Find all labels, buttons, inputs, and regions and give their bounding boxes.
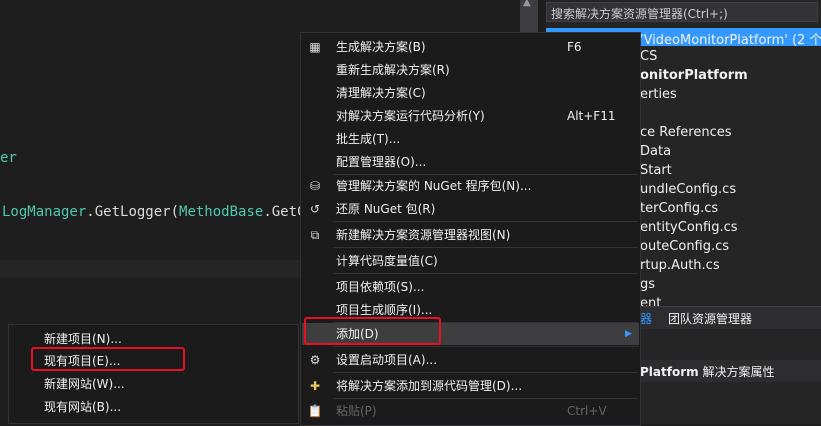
properties-title-project: Platform xyxy=(640,365,699,379)
tree-item-project[interactable]: onitorPlatform xyxy=(640,68,748,83)
menu-separator xyxy=(333,273,638,274)
menu-item-clean-solution[interactable]: 清理解决方案(C) xyxy=(301,82,640,104)
menu-item-label: 现有网站(B)... xyxy=(44,400,122,414)
menu-item-label: 管理解决方案的 NuGet 程序包(N)... xyxy=(336,179,532,193)
add-submenu: 新建项目(N)... 现有项目(E)... 新建网站(W)... 现有网站(B)… xyxy=(8,324,299,424)
menu-item-label: 新建解决方案资源管理器视图(N) xyxy=(336,228,511,242)
tree-item[interactable]: CS xyxy=(640,49,657,64)
menu-separator xyxy=(333,372,638,373)
menu-item-code-metrics[interactable]: 计算代码度量值(C) xyxy=(301,250,640,272)
menu-item-project-dependencies[interactable]: 项目依赖项(S)... xyxy=(301,276,640,298)
tree-item[interactable]: terConfig.cs xyxy=(640,201,718,216)
menu-item-label: 计算代码度量值(C) xyxy=(336,254,438,268)
menu-item-shortcut: Alt+F11 xyxy=(567,109,616,123)
menu-item-build-solution[interactable]: ▦ 生成解决方案(B) F6 xyxy=(301,36,640,58)
menu-item-label: 新建网站(W)... xyxy=(44,377,125,391)
gear-icon: ⚙ xyxy=(309,353,321,367)
submenu-item-new-website[interactable]: 新建网站(W)... xyxy=(9,373,298,395)
restore-icon: ↺ xyxy=(309,202,321,216)
menu-item-label: 设置启动项目(A)... xyxy=(336,353,438,367)
tree-item[interactable]: ce References xyxy=(640,125,732,140)
menu-item-set-startup[interactable]: ⚙ 设置启动项目(A)... xyxy=(301,349,640,371)
code-line-1: er xyxy=(0,150,17,166)
tree-item[interactable]: undleConfig.cs xyxy=(640,182,736,197)
properties-title-label: 解决方案属性 xyxy=(702,365,775,379)
menu-item-batch-build[interactable]: 批生成(T)... xyxy=(301,128,640,150)
tab-solution-explorer[interactable]: 器 xyxy=(640,310,652,327)
highlight-box-add xyxy=(304,317,441,345)
new-view-icon: ⧉ xyxy=(310,228,320,242)
tree-item[interactable]: erties xyxy=(640,87,677,102)
tab-team-explorer[interactable]: 团队资源管理器 xyxy=(668,310,752,327)
menu-item-add-to-source-control[interactable]: ✚ 将解决方案添加到源代码管理(D)... xyxy=(301,375,640,397)
menu-item-code-analysis[interactable]: 对解决方案运行代码分析(Y) Alt+F11 xyxy=(301,105,640,127)
code-token-logmanager: LogManager xyxy=(2,204,87,220)
tree-item[interactable]: gs xyxy=(640,277,655,292)
highlight-box-existing-project xyxy=(31,347,185,371)
menu-item-label: 对解决方案运行代码分析(Y) xyxy=(336,109,485,123)
paste-icon: 📋 xyxy=(307,404,323,418)
source-control-icon: ✚ xyxy=(309,379,321,393)
menu-item-restore-nuget[interactable]: ↺ 还原 NuGet 包(R) xyxy=(301,198,640,220)
menu-separator xyxy=(333,398,638,399)
nuget-icon: ⛁ xyxy=(309,179,321,193)
menu-item-label: 生成解决方案(B) xyxy=(336,40,426,54)
menu-item-label: 将解决方案添加到源代码管理(D)... xyxy=(336,379,523,393)
menu-item-shortcut: F6 xyxy=(567,40,582,54)
editor-divider xyxy=(0,260,300,278)
menu-item-label: 项目依赖项(S)... xyxy=(336,280,425,294)
tree-item[interactable]: outeConfig.cs xyxy=(640,239,729,254)
menu-item-label: 还原 NuGet 包(R) xyxy=(336,202,436,216)
tree-item[interactable]: entityConfig.cs xyxy=(640,220,738,235)
menu-item-label: 批生成(T)... xyxy=(336,132,401,146)
solution-explorer-search-input[interactable]: 搜索解决方案资源管理器(Ctrl+;) xyxy=(546,2,818,22)
tree-item[interactable]: Data xyxy=(640,144,671,159)
menu-item-paste[interactable]: 📋 粘贴(P) Ctrl+V xyxy=(301,400,640,422)
tree-item[interactable]: Start xyxy=(640,163,672,178)
menu-separator xyxy=(333,346,638,347)
properties-title: Platform 解决方案属性 xyxy=(640,363,774,380)
menu-item-label: 粘贴(P) xyxy=(336,404,377,418)
scroll-up-arrow-icon[interactable]: ▲ xyxy=(523,0,531,8)
menu-item-label: 配置管理器(O)... xyxy=(336,155,427,169)
menu-separator xyxy=(333,221,638,222)
code-token-methodbase: MethodBase xyxy=(179,204,264,220)
menu-item-new-explorer-view[interactable]: ⧉ 新建解决方案资源管理器视图(N) xyxy=(301,224,640,246)
menu-item-label: 清理解决方案(C) xyxy=(336,86,426,100)
submenu-item-existing-website[interactable]: 现有网站(B)... xyxy=(9,396,298,418)
menu-item-configuration-manager[interactable]: 配置管理器(O)... xyxy=(301,151,640,173)
tree-item-solution[interactable]: 'VideoMonitorPlatform' (2 个项目) xyxy=(640,29,821,48)
menu-separator xyxy=(333,247,638,248)
code-line-2: LogManager.GetLogger(MethodBase.GetCu xyxy=(2,204,314,220)
menu-item-manage-nuget[interactable]: ⛁ 管理解决方案的 NuGet 程序包(N)... xyxy=(301,175,640,197)
submenu-arrow-icon: ▶ xyxy=(625,329,632,339)
solution-context-menu: ▦ 生成解决方案(B) F6 重新生成解决方案(R) 清理解决方案(C) 对解决… xyxy=(300,32,641,426)
tree-item[interactable]: rtup.Auth.cs xyxy=(640,258,720,273)
menu-item-label: 重新生成解决方案(R) xyxy=(336,63,450,77)
build-icon: ▦ xyxy=(309,40,321,54)
menu-item-rebuild-solution[interactable]: 重新生成解决方案(R) xyxy=(301,59,640,81)
menu-item-shortcut: Ctrl+V xyxy=(567,404,607,418)
code-token-getlogger: .GetLogger( xyxy=(86,204,180,220)
